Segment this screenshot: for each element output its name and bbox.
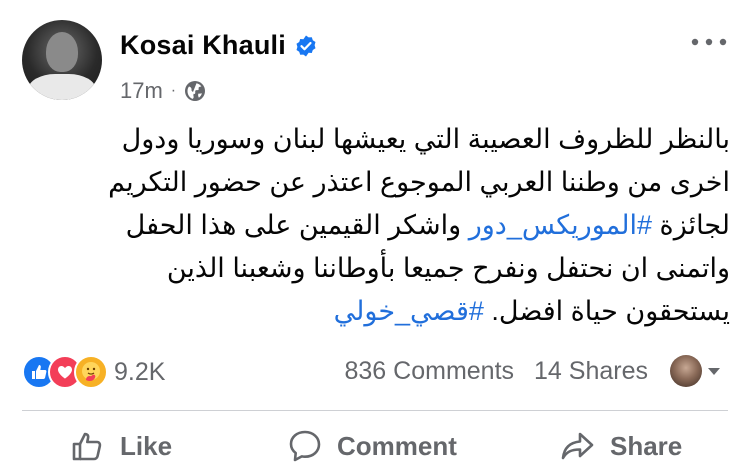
- author-row: Kosai Khauli: [120, 30, 318, 61]
- post-text-line: واتمنى ان نحتفل ونفرح جميعا بأوطاننا وشع…: [166, 253, 730, 283]
- globe-icon[interactable]: [184, 80, 206, 102]
- divider: [22, 410, 728, 411]
- chevron-down-icon[interactable]: [706, 365, 722, 377]
- meta-separator: ·: [170, 82, 177, 99]
- share-arrow-icon: [561, 432, 594, 460]
- care-reaction-icon: [74, 355, 108, 389]
- post-header: Kosai Khauli 17m ·: [0, 0, 750, 110]
- author-name[interactable]: Kosai Khauli: [120, 30, 286, 61]
- more-options-icon[interactable]: [690, 32, 728, 52]
- post-text-line: لجائزة #الموريكس_دور واشكر القيمين على ه…: [40, 204, 730, 247]
- comments-count[interactable]: 836 Comments: [345, 357, 515, 386]
- post-text-line: بالنظر للظروف العصيبة التي يعيشها لبنان …: [121, 124, 730, 154]
- post-text-fragment: يستحقون حياة افضل.: [491, 296, 730, 326]
- hashtag-link[interactable]: #الموريكس_دور: [469, 210, 652, 240]
- like-button[interactable]: Like: [70, 428, 172, 464]
- post-text-line: يستحقون حياة افضل. #قصي_خولي: [40, 290, 730, 333]
- comment-button[interactable]: Comment: [287, 428, 457, 464]
- post-text-line: اخرى من وطننا العربي الموجوع اعتذر عن حض…: [108, 167, 730, 197]
- post-actions: Like Comment Share: [0, 420, 750, 469]
- share-label: Share: [610, 430, 683, 461]
- post-text-fragment: لجائزة: [659, 210, 730, 240]
- reactions-count[interactable]: 9.2K: [114, 358, 165, 387]
- share-button[interactable]: Share: [560, 428, 682, 464]
- engagement-counts: 836 Comments 14 Shares: [345, 355, 723, 387]
- viewer-avatar[interactable]: [670, 355, 702, 387]
- author-avatar[interactable]: [22, 20, 102, 100]
- reactions-summary[interactable]: 9.2K: [22, 355, 165, 389]
- post-text-fragment: واشكر القيمين على هذا الحفل: [125, 210, 462, 240]
- comment-label: Comment: [337, 430, 457, 461]
- thumbs-up-icon: [72, 432, 102, 461]
- engagement-bar: 9.2K 836 Comments 14 Shares: [0, 350, 750, 394]
- like-label: Like: [120, 430, 173, 461]
- comment-icon: [289, 430, 321, 462]
- shares-count[interactable]: 14 Shares: [534, 357, 648, 386]
- post-meta: 17m ·: [120, 78, 206, 104]
- post-body: بالنظر للظروف العصيبة التي يعيشها لبنان …: [40, 118, 730, 333]
- hashtag-link[interactable]: #قصي_خولي: [334, 296, 484, 326]
- verified-badge-icon: [296, 35, 316, 56]
- post-timestamp[interactable]: 17m: [120, 78, 163, 104]
